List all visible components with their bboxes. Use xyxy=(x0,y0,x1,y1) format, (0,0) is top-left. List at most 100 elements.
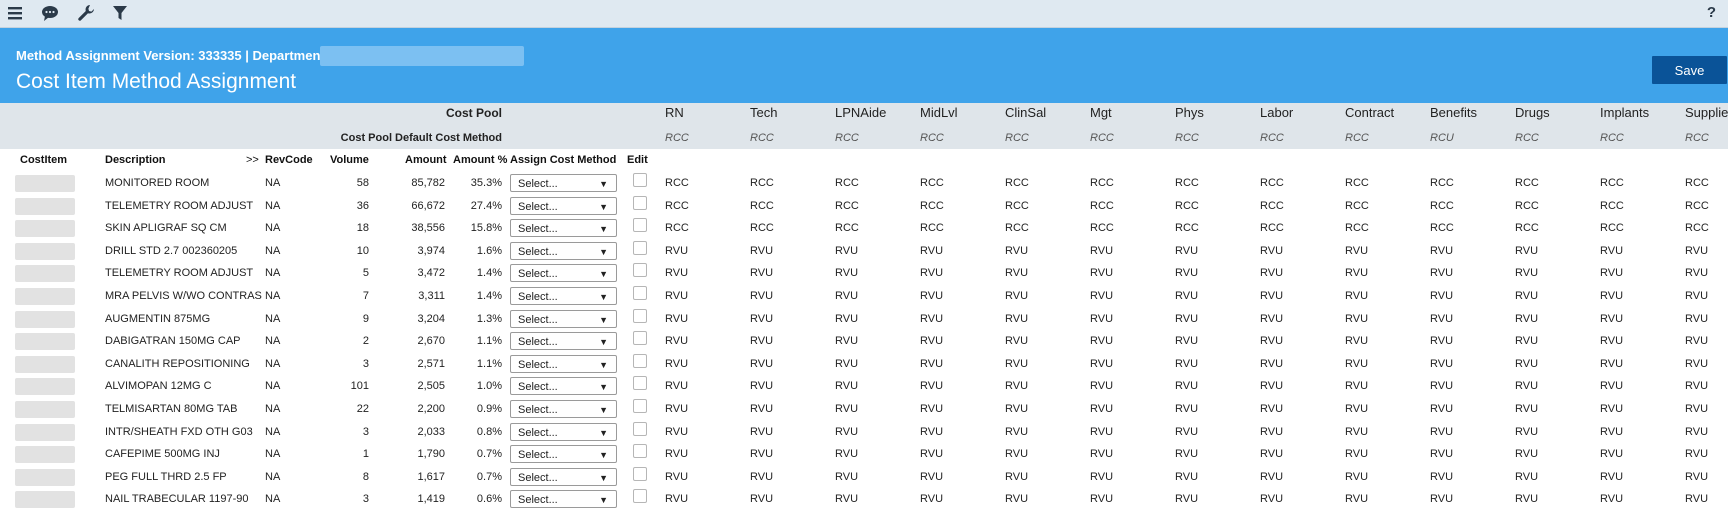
cost-method-cell-lpnaide: RVU xyxy=(835,312,859,325)
edit-checkbox[interactable] xyxy=(633,218,647,233)
col-assign-cost-method[interactable]: Assign Cost Method xyxy=(510,152,616,168)
save-button[interactable]: Save xyxy=(1652,56,1727,84)
cost-method-cell-mgt: RVU xyxy=(1090,470,1114,483)
assign-cost-method-select[interactable]: Select... ▼ xyxy=(510,400,617,418)
col-costitem[interactable]: CostItem xyxy=(20,152,67,168)
edit-checkbox[interactable] xyxy=(633,466,647,481)
cost-pool-default-method: RCC xyxy=(665,132,689,144)
revcode-cell: NA xyxy=(265,267,281,280)
cost-method-cell-implants: RVU xyxy=(1600,335,1624,348)
volume-cell: 58 xyxy=(356,177,369,189)
costitem-redacted xyxy=(15,242,75,260)
cost-pool-default-method: RCC xyxy=(835,132,859,144)
menu-icon[interactable] xyxy=(6,4,26,22)
assign-cost-method-select[interactable]: Select... ▼ xyxy=(510,467,617,486)
edit-checkbox[interactable] xyxy=(633,308,647,323)
description-cell: CAFEPIME 500MG INJ xyxy=(105,448,220,461)
col-revcode[interactable]: RevCode xyxy=(265,152,313,168)
select-placeholder: Select... xyxy=(518,404,558,416)
table-row: MONITORED ROOM NA 58 85,782 35.3% Select... ▼ R… xyxy=(0,172,1728,194)
assign-cost-method-select[interactable]: Select... ▼ xyxy=(510,196,617,215)
assign-cost-method-select[interactable]: Select... ▼ xyxy=(510,287,617,305)
col-amount[interactable]: Amount xyxy=(405,152,447,168)
description-cell: TELEMETRY ROOM ADJUST xyxy=(105,267,254,280)
col-edit[interactable]: Edit xyxy=(627,152,648,168)
cost-method-cell-drugs: RVU xyxy=(1515,357,1539,370)
cost-method-cell-clinsal: RCC xyxy=(1005,199,1029,212)
cost-method-cell-rn: RVU xyxy=(665,425,689,438)
cost-pool-default-method: RCC xyxy=(1260,132,1284,144)
edit-checkbox[interactable] xyxy=(633,331,647,346)
cost-method-cell-phys: RVU xyxy=(1175,403,1199,415)
edit-checkbox[interactable] xyxy=(633,489,647,504)
select-placeholder: Select... xyxy=(518,449,558,462)
cost-method-cell-labor: RVU xyxy=(1260,470,1284,483)
edit-checkbox[interactable] xyxy=(633,399,647,413)
description-cell: ALVIMOPAN 12MG C xyxy=(105,380,212,393)
select-placeholder: Select... xyxy=(518,358,558,371)
assign-cost-method-select[interactable]: Select... ▼ xyxy=(510,354,617,373)
amount-pct-cell: 0.8% xyxy=(476,425,502,438)
cost-method-cell-labor: RVU xyxy=(1260,425,1284,438)
cost-method-cell-tech: RVU xyxy=(750,425,774,438)
col-volume[interactable]: Volume xyxy=(330,152,369,168)
assign-cost-method-select[interactable]: Select... ▼ xyxy=(510,174,617,192)
cost-method-cell-midlvl: RVU xyxy=(920,448,944,461)
edit-checkbox[interactable] xyxy=(633,421,647,436)
cost-method-cell-drugs: RCC xyxy=(1515,177,1539,189)
cost-method-cell-clinsal: RVU xyxy=(1005,425,1029,438)
cost-method-cell-lpnaide: RCC xyxy=(835,199,859,212)
edit-checkbox[interactable] xyxy=(633,353,647,368)
select-placeholder: Select... xyxy=(518,313,558,326)
edit-checkbox[interactable] xyxy=(633,240,647,255)
edit-checkbox[interactable] xyxy=(633,376,647,391)
edit-checkbox[interactable] xyxy=(633,173,647,187)
assign-cost-method-select[interactable]: Select... ▼ xyxy=(510,377,617,396)
revcode-cell: NA xyxy=(265,290,281,302)
cost-pool-implants: Implants xyxy=(1600,105,1650,120)
cost-method-cell-rn: RVU xyxy=(665,335,689,348)
cost-method-cell-drugs: RVU xyxy=(1515,403,1539,415)
cost-method-cell-supplies: RVU xyxy=(1685,448,1709,461)
cost-method-cell-contract: RVU xyxy=(1345,403,1369,415)
edit-checkbox[interactable] xyxy=(633,195,647,210)
costitem-redacted xyxy=(15,333,75,351)
cost-method-cell-lpnaide: RVU xyxy=(835,357,859,370)
assign-cost-method-select[interactable]: Select... ▼ xyxy=(510,241,617,260)
filter-icon[interactable] xyxy=(110,4,130,22)
edit-checkbox[interactable] xyxy=(633,263,647,278)
cost-method-cell-lpnaide: RVU xyxy=(835,403,859,415)
wrench-icon[interactable] xyxy=(76,4,96,22)
cost-method-cell-supplies: RVU xyxy=(1685,380,1709,393)
assign-cost-method-select[interactable]: Select... ▼ xyxy=(510,445,617,464)
cost-method-cell-benefits: RVU xyxy=(1430,380,1454,393)
col-amount-pct[interactable]: Amount % xyxy=(453,152,507,168)
assign-cost-method-select[interactable]: Select... ▼ xyxy=(510,219,617,238)
cost-method-cell-rn: RVU xyxy=(665,244,689,257)
edit-checkbox[interactable] xyxy=(633,286,647,300)
assign-cost-method-select[interactable]: Select... ▼ xyxy=(510,490,617,509)
cost-method-cell-lpnaide: RVU xyxy=(835,290,859,302)
assign-cost-method-select[interactable]: Select... ▼ xyxy=(510,264,617,283)
amount-cell: 1,617 xyxy=(417,470,445,483)
expand-columns-toggle[interactable]: >> xyxy=(246,152,259,168)
edit-checkbox[interactable] xyxy=(633,444,647,459)
assign-cost-method-select[interactable]: Select... ▼ xyxy=(510,309,617,328)
cost-method-cell-clinsal: RVU xyxy=(1005,448,1029,461)
cost-method-cell-clinsal: RVU xyxy=(1005,267,1029,280)
cost-method-cell-contract: RVU xyxy=(1345,470,1369,483)
cost-pool-phys: Phys xyxy=(1175,105,1204,120)
table-row: CAFEPIME 500MG INJ NA 1 1,790 0.7% Select... ▼… xyxy=(0,443,1728,465)
cost-method-cell-contract: RVU xyxy=(1345,425,1369,438)
cost-method-cell-tech: RCC xyxy=(750,177,774,189)
assign-cost-method-select[interactable]: Select... ▼ xyxy=(510,422,617,441)
select-placeholder: Select... xyxy=(518,291,558,303)
amount-cell: 66,672 xyxy=(411,199,445,212)
cost-method-cell-mgt: RVU xyxy=(1090,267,1114,280)
cost-method-cell-lpnaide: RVU xyxy=(835,244,859,257)
col-description[interactable]: Description xyxy=(105,152,166,168)
help-icon[interactable]: ? xyxy=(1707,4,1716,21)
chat-icon[interactable] xyxy=(40,4,60,22)
chevron-down-icon: ▼ xyxy=(599,450,608,461)
assign-cost-method-select[interactable]: Select... ▼ xyxy=(510,332,617,351)
